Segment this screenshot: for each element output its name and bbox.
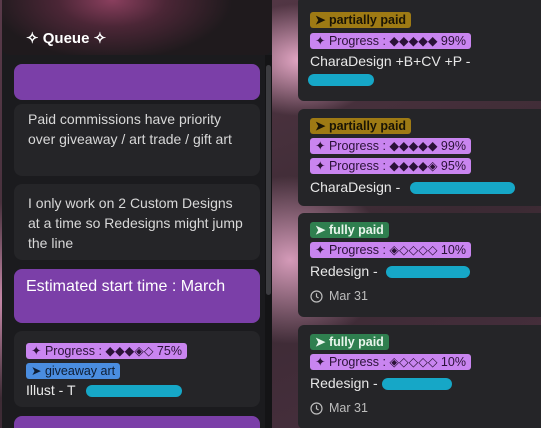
progress-tag-wrap: ✦ Progress : ◆◆◆◈◇ 75% xyxy=(26,340,187,360)
redaction-mark xyxy=(386,266,470,278)
queue-item-card[interactable]: ✦ Progress : ◆◆◆◈◇ 75% ➤ giveaway art Il… xyxy=(14,331,260,407)
due-date-text: Mar 31 xyxy=(329,289,368,303)
progress-tag: ✦ Progress : ◆◆◆◆◆ 99% xyxy=(310,33,471,49)
progress-tag: ✦ Progress : ◆◆◆◆◈ 95% xyxy=(310,158,471,174)
redaction-mark xyxy=(308,74,374,86)
commission-card[interactable]: ➤ fully paid ✦ Progress : ◈◇◇◇◇ 10% Rede… xyxy=(298,213,541,317)
note-text: I only work on 2 Custom Designs at a tim… xyxy=(28,195,243,251)
due-date: Mar 31 xyxy=(310,289,368,303)
card-title: CharaDesign +B+CV +P - xyxy=(310,53,471,69)
status-tag: ➤ fully paid xyxy=(310,222,389,238)
progress-tag: ✦ Progress : ◆◆◆◈◇ 75% xyxy=(26,343,187,359)
commission-card[interactable]: ➤ fully paid ✦ Progress : ◈◇◇◇◇ 10% Rede… xyxy=(298,325,541,428)
note-text: Paid commissions have priority over give… xyxy=(28,111,232,147)
progress-tag: ✦ Progress : ◈◇◇◇◇ 10% xyxy=(310,354,471,370)
status-tag: ➤ partially paid xyxy=(310,12,412,28)
queue-title: ✧ Queue ✧ xyxy=(26,30,107,47)
queue-header: ✧ Queue ✧ xyxy=(2,0,272,55)
due-date-text: Mar 31 xyxy=(329,401,368,415)
queue-cover-card[interactable] xyxy=(14,64,260,100)
card-title: Redesign - xyxy=(310,375,378,391)
card-title: CharaDesign - xyxy=(310,179,401,195)
scroll-thumb[interactable] xyxy=(266,65,271,295)
note-card-priority[interactable]: Paid commissions have priority over give… xyxy=(14,104,260,176)
commission-card[interactable]: ➤ partially paid ✦ Progress : ◆◆◆◆◆ 99% … xyxy=(298,0,541,101)
type-tag-wrap: ➤ giveaway art xyxy=(26,360,121,380)
status-tag: ➤ partially paid xyxy=(310,118,412,134)
redaction-mark xyxy=(86,385,182,397)
progress-tag: ✦ Progress : ◈◇◇◇◇ 10% xyxy=(310,242,471,258)
progress-tag: ✦ Progress : ◆◆◆◆◆ 99% xyxy=(310,138,471,154)
clock-icon xyxy=(310,289,323,303)
queue-item-title: Illust - T xyxy=(26,382,76,398)
giveaway-tag: ➤ giveaway art xyxy=(26,363,121,379)
queue-column: ✧ Queue ✧ Paid commissions have priority… xyxy=(2,0,272,428)
commission-card[interactable]: ➤ partially paid ✦ Progress : ◆◆◆◆◆ 99% … xyxy=(298,109,541,206)
card-title: Redesign - xyxy=(310,263,378,279)
estimate-text: Estimated start time : March xyxy=(26,278,226,295)
note-card-custom-designs[interactable]: I only work on 2 Custom Designs at a tim… xyxy=(14,184,260,260)
redaction-mark xyxy=(410,182,515,194)
next-purple-card[interactable] xyxy=(14,416,260,428)
clock-icon xyxy=(310,401,323,415)
status-tag: ➤ fully paid xyxy=(310,334,389,350)
estimate-card[interactable]: Estimated start time : March xyxy=(14,269,260,323)
queue-scrollbar[interactable] xyxy=(265,55,272,428)
board-column: ➤ partially paid ✦ Progress : ◆◆◆◆◆ 99% … xyxy=(290,0,541,428)
due-date: Mar 31 xyxy=(310,401,368,415)
redaction-mark xyxy=(382,378,452,390)
